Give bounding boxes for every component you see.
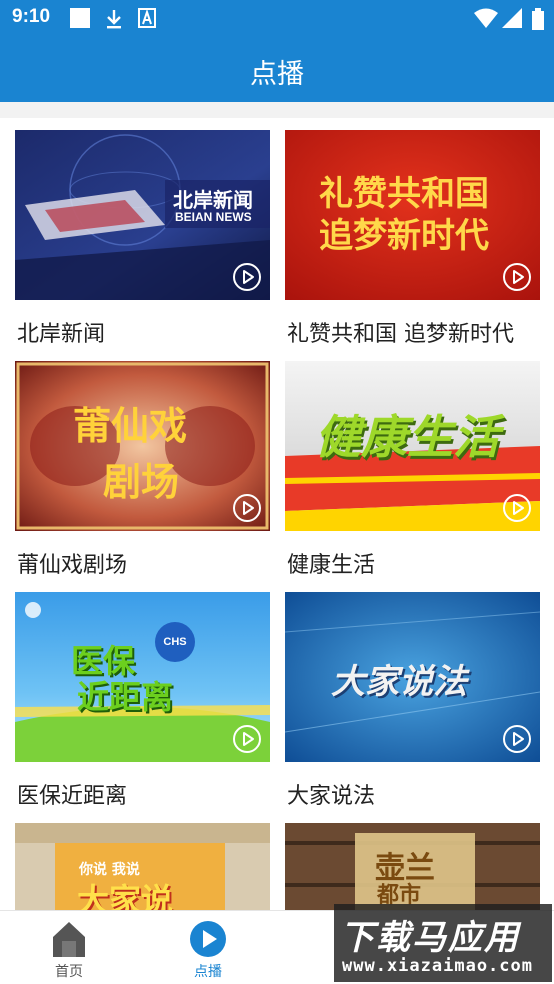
home-icon: [53, 922, 85, 957]
nav-vod-label: 点播: [194, 964, 222, 980]
program-thumbnail[interactable]: 北岸新闻 BEIAN NEWS: [15, 130, 270, 300]
play-icon: [233, 494, 261, 522]
app-header: 点播: [0, 36, 554, 102]
watermark-main-text: 下载马应用: [340, 918, 520, 958]
nav-home-label: 首页: [55, 964, 83, 980]
program-grid: 北岸新闻 BEIAN NEWS 北岸新闻 礼赞共和国 追梦新时代 礼赞共和国 追…: [0, 118, 554, 910]
thumb-title-text: 大家说法: [331, 662, 467, 702]
program-thumbnail[interactable]: 莆仙戏 剧场: [15, 361, 270, 531]
thumb-title-text: 健康生活: [315, 410, 499, 464]
notification-square-icon: [70, 8, 90, 28]
download-icon: [107, 10, 121, 29]
signal-icon: [502, 8, 522, 28]
thumb-subtitle-text: BEIAN NEWS: [175, 210, 252, 224]
nav-vod[interactable]: 点播: [168, 911, 248, 984]
watermark-url-text: www.xiazaimao.com: [342, 956, 533, 976]
program-title: 大家说法: [287, 784, 376, 809]
chs-badge: CHS: [155, 622, 195, 662]
program-thumbnail[interactable]: 大家说法: [285, 592, 540, 762]
play-icon: [233, 725, 261, 753]
program-thumbnail[interactable]: 壶兰 都市: [285, 823, 540, 910]
font-a-icon: [138, 8, 156, 28]
program-title: 礼赞共和国 追梦新时代: [287, 322, 514, 347]
thumb-title-text: 北岸新闻: [173, 188, 253, 212]
program-thumbnail[interactable]: 健康生活: [285, 361, 540, 531]
nav-home[interactable]: 首页: [29, 911, 109, 984]
battery-icon: [532, 8, 544, 30]
program-title: 医保近距离: [17, 784, 128, 809]
thumb-subtitle-text: 追梦新时代: [319, 216, 489, 256]
program-title: 健康生活: [287, 553, 376, 578]
thumb-subtitle-text: 近距离: [77, 678, 174, 716]
program-title: 北岸新闻: [17, 322, 106, 347]
status-bar: 9:10: [0, 0, 554, 36]
program-thumbnail[interactable]: 礼赞共和国 追梦新时代: [285, 130, 540, 300]
play-icon: [503, 263, 531, 291]
play-circle-icon: [190, 921, 226, 957]
watermark-overlay: 下载马应用 www.xiazaimao.com: [334, 904, 552, 982]
play-icon: [233, 263, 261, 291]
page-title: 点播: [250, 59, 304, 90]
thumb-title-text: 莆仙戏: [73, 404, 188, 448]
status-time: 9:10: [12, 6, 51, 27]
wifi-icon: [474, 8, 498, 28]
program-thumbnail[interactable]: 医保 近距离 CHS: [15, 592, 270, 762]
play-icon: [503, 494, 531, 522]
program-title: 莆仙戏剧场: [17, 553, 128, 578]
divider-band: [0, 102, 554, 118]
program-thumbnail[interactable]: 你说 我说 大家说: [15, 823, 270, 910]
thumb-title-text: 大家说: [77, 881, 174, 910]
thumb-subtitle-text: 剧场: [103, 460, 180, 504]
play-icon: [503, 725, 531, 753]
